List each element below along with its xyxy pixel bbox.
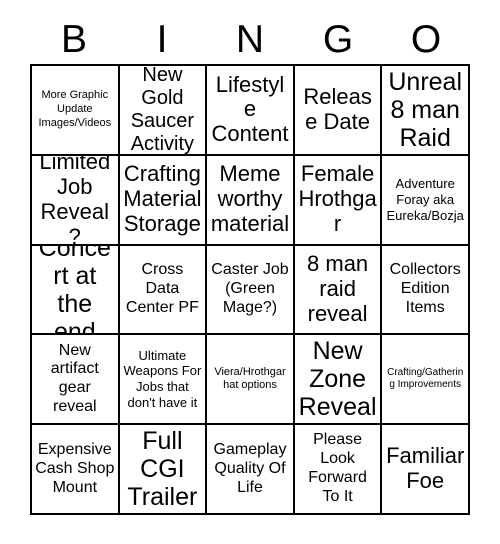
- bingo-cell-g3[interactable]: 8 man raid reveal: [294, 245, 383, 336]
- bingo-cell-i5[interactable]: Full CGI Trailer: [119, 425, 208, 515]
- bingo-cell-label: Female Hrothgar: [298, 161, 377, 237]
- bingo-cell-b3[interactable]: Concert at the end: [32, 245, 120, 336]
- bingo-cell-label: Lifestyle Content: [211, 71, 289, 147]
- bingo-cell-n3[interactable]: Caster Job (Green Mage?): [207, 245, 295, 336]
- bingo-cell-g5[interactable]: Please Look Forward To It: [294, 425, 383, 515]
- bingo-cell-o2[interactable]: Adventure Foray aka Eureka/Bozja: [382, 155, 470, 246]
- bingo-cell-n2[interactable]: Meme worthy material: [207, 155, 295, 246]
- bingo-cell-label: Familiar Foe: [386, 443, 465, 494]
- bingo-card: B I N G O More Graphic Update Images/Vid…: [0, 0, 500, 544]
- bingo-cell-label: New Zone Reveal: [298, 337, 377, 422]
- bingo-cell-label: Caster Job (Green Mage?): [211, 261, 289, 316]
- bingo-header-letter-b: B: [60, 17, 87, 61]
- bingo-cell-label: Gameplay Quality Of Life: [213, 440, 287, 496]
- bingo-cell-label: Cross Data Center PF: [125, 261, 199, 316]
- bingo-cell-n1[interactable]: Lifestyle Content: [207, 66, 295, 156]
- bingo-cell-label: Please Look Forward To It: [308, 431, 367, 505]
- bingo-cell-i1[interactable]: New Gold Saucer Activity: [119, 66, 208, 156]
- bingo-cell-label: New artifact gear reveal: [50, 341, 99, 416]
- bingo-cell-o3[interactable]: Collectors Edition Items: [382, 245, 470, 336]
- bingo-cell-n5[interactable]: Gameplay Quality Of Life: [207, 425, 295, 515]
- bingo-cell-o5[interactable]: Familiar Foe: [382, 425, 470, 515]
- bingo-grid: More Graphic Update Images/Videos New Go…: [30, 64, 470, 515]
- bingo-cell-label: Crafting Material Storage: [123, 161, 202, 237]
- bingo-cell-g2[interactable]: Female Hrothgar: [294, 155, 383, 246]
- bingo-cell-label: Meme worthy material: [210, 161, 290, 237]
- bingo-header-row: B I N G O: [30, 14, 470, 64]
- bingo-cell-label: Limited Job Reveal?: [39, 155, 111, 246]
- bingo-cell-b4[interactable]: New artifact gear reveal: [32, 335, 120, 426]
- bingo-cell-g1[interactable]: Release Date: [294, 66, 383, 156]
- bingo-cell-label: Adventure Foray aka Eureka/Bozja: [386, 175, 464, 223]
- bingo-cell-label: Crafting/Gathering Improvements: [387, 366, 464, 391]
- bingo-cell-label: 8 man raid reveal: [307, 251, 369, 326]
- bingo-cell-o4[interactable]: Crafting/Gathering Improvements: [382, 335, 470, 426]
- bingo-cell-label: Expensive Cash Shop Mount: [35, 440, 115, 496]
- bingo-cell-label: Unreal 8 man Raid: [388, 67, 463, 152]
- bingo-cell-n4[interactable]: Viera/Hrothgar hat options: [207, 335, 295, 426]
- bingo-header-letter-i: I: [156, 17, 168, 61]
- bingo-header-letter-n: N: [235, 17, 265, 61]
- bingo-cell-label: Concert at the end: [38, 245, 111, 336]
- bingo-cell-i3[interactable]: Cross Data Center PF: [119, 245, 208, 336]
- bingo-cell-i2[interactable]: Crafting Material Storage: [119, 155, 208, 246]
- bingo-cell-g4[interactable]: New Zone Reveal: [294, 335, 383, 426]
- bingo-cell-i4[interactable]: Ultimate Weapons For Jobs that don't hav…: [119, 335, 208, 426]
- bingo-cell-label: More Graphic Update Images/Videos: [38, 89, 112, 129]
- bingo-cell-b2[interactable]: Limited Job Reveal?: [32, 155, 120, 246]
- bingo-cell-label: Release Date: [303, 84, 372, 134]
- bingo-cell-b5[interactable]: Expensive Cash Shop Mount: [32, 425, 120, 515]
- bingo-cell-o1[interactable]: Unreal 8 man Raid: [382, 66, 470, 156]
- bingo-header-letter-g: G: [322, 17, 354, 61]
- bingo-cell-label: Viera/Hrothgar hat options: [214, 365, 286, 392]
- bingo-cell-label: Full CGI Trailer: [127, 427, 198, 512]
- bingo-cell-label: Ultimate Weapons For Jobs that don't hav…: [123, 347, 202, 411]
- bingo-header-letter-o: O: [410, 17, 442, 61]
- bingo-cell-label: Collectors Edition Items: [389, 261, 461, 316]
- bingo-cell-b1[interactable]: More Graphic Update Images/Videos: [32, 66, 120, 156]
- bingo-cell-label: New Gold Saucer Activity: [130, 66, 195, 155]
